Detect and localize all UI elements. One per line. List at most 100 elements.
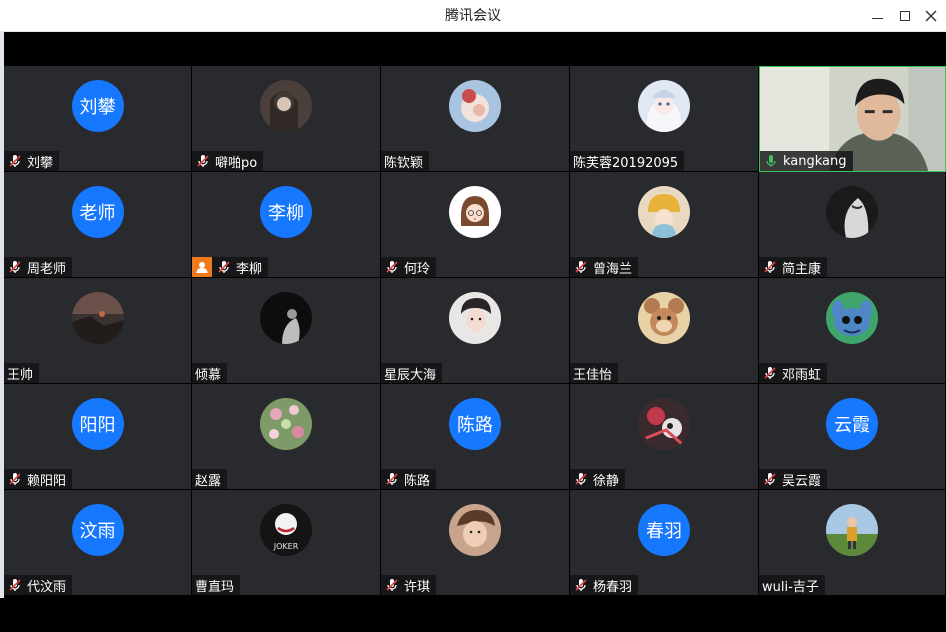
avatar	[449, 186, 501, 238]
avatar	[826, 504, 878, 556]
participant-tile[interactable]: 云霞 吴云霞	[759, 384, 946, 490]
participant-name: 何玲	[404, 261, 431, 277]
participant-name-tag: 赵露	[192, 469, 228, 489]
participant-name: 徐静	[593, 473, 620, 489]
participant-name: 陈芙蓉20192095	[573, 155, 679, 171]
participant-tile[interactable]: 星辰大海	[381, 278, 570, 384]
avatar	[449, 292, 501, 344]
participant-name-tag: 刘攀	[4, 151, 60, 171]
participant-tile[interactable]: JOKER 曹直玛	[192, 490, 381, 596]
participant-name: 杨春羽	[593, 579, 633, 595]
avatar	[260, 80, 312, 132]
participant-name-tag: 许琪	[381, 575, 437, 595]
participant-grid: 刘攀 刘攀 噼啪po 陈钦颖 陈芙蓉20192095 kangkang 老师 周…	[4, 66, 946, 598]
mic-muted-icon	[384, 259, 400, 275]
participant-tile[interactable]: 阳阳 赖阳阳	[4, 384, 192, 490]
close-button[interactable]	[918, 4, 944, 28]
mic-muted-icon	[384, 577, 400, 593]
participant-tile[interactable]: 王帅	[4, 278, 192, 384]
participant-name: 曹直玛	[195, 579, 235, 595]
participant-name: 李柳	[236, 261, 263, 277]
avatar	[260, 398, 312, 450]
title-bar: 腾讯会议	[0, 0, 946, 32]
avatar	[826, 292, 878, 344]
close-icon	[925, 10, 937, 22]
avatar	[71, 292, 124, 344]
participant-name-tag: 曾海兰	[570, 257, 639, 277]
minimize-icon	[871, 17, 883, 19]
participant-tile[interactable]: 徐静	[570, 384, 759, 490]
participant-name-tag: 吴云霞	[759, 469, 828, 489]
participant-tile[interactable]: 王佳怡	[570, 278, 759, 384]
participant-tile[interactable]: 刘攀 刘攀	[4, 66, 192, 172]
participant-name: 曾海兰	[593, 261, 633, 277]
avatar: 阳阳	[71, 398, 124, 450]
avatar	[260, 292, 312, 344]
participant-tile[interactable]: 许琪	[381, 490, 570, 596]
window-title: 腾讯会议	[445, 8, 501, 24]
participant-tile[interactable]: 老师 周老师	[4, 172, 192, 278]
participant-tile[interactable]: 汶雨 代汶雨	[4, 490, 192, 596]
avatar	[638, 80, 690, 132]
participant-name-tag: kangkang	[760, 151, 853, 171]
mic-muted-icon	[762, 365, 778, 381]
mic-muted-icon	[573, 577, 589, 593]
avatar: JOKER	[260, 504, 312, 556]
participant-name: 陈路	[404, 473, 431, 489]
participant-tile-active-speaker[interactable]: kangkang	[759, 66, 946, 172]
mic-active-icon	[763, 153, 779, 169]
avatar: 春羽	[638, 504, 690, 556]
participant-name-tag: 代汶雨	[4, 575, 73, 595]
participant-name: 王帅	[7, 367, 34, 383]
avatar: 云霞	[826, 398, 878, 450]
bottom-toolbar-area	[0, 598, 946, 632]
participant-name: 刘攀	[27, 155, 54, 171]
mic-muted-icon	[195, 153, 211, 169]
mic-muted-icon	[7, 577, 23, 593]
participant-name-tag: 噼啪po	[192, 151, 264, 171]
participant-tile[interactable]: 陈芙蓉20192095	[570, 66, 759, 172]
minimize-button[interactable]	[864, 4, 890, 28]
participant-name: wuli-吉子	[762, 579, 819, 595]
avatar	[638, 398, 690, 450]
participant-name-tag: 陈芙蓉20192095	[570, 151, 685, 171]
participant-name: kangkang	[783, 153, 847, 169]
maximize-button[interactable]	[892, 4, 918, 28]
participant-name: 陈钦颖	[384, 155, 424, 171]
participant-name: 邓雨虹	[782, 367, 822, 383]
participant-name-tag: 王佳怡	[570, 363, 619, 383]
joker-logo-text: JOKER	[273, 542, 299, 551]
avatar: 陈路	[449, 398, 501, 450]
participant-name: 噼啪po	[215, 155, 258, 171]
participant-tile[interactable]: 陈路 陈路	[381, 384, 570, 490]
participant-name: 许琪	[404, 579, 431, 595]
participant-name-tag: 倾慕	[192, 363, 228, 383]
participant-name: 王佳怡	[573, 367, 613, 383]
mic-muted-icon	[762, 471, 778, 487]
participant-tile[interactable]: 陈钦颖	[381, 66, 570, 172]
participant-name: 赵露	[195, 473, 222, 489]
participant-name: 简主康	[782, 261, 822, 277]
avatar	[449, 80, 501, 132]
participant-tile[interactable]: 春羽 杨春羽	[570, 490, 759, 596]
mic-muted-icon	[762, 259, 778, 275]
participant-tile[interactable]: 简主康	[759, 172, 946, 278]
participant-name: 赖阳阳	[27, 473, 67, 489]
participant-tile[interactable]: wuli-吉子	[759, 490, 946, 596]
participant-tile[interactable]: 噼啪po	[192, 66, 381, 172]
participant-name-tag: 杨春羽	[570, 575, 639, 595]
participant-tile[interactable]: 曾海兰	[570, 172, 759, 278]
participant-tile[interactable]: 何玲	[381, 172, 570, 278]
participant-tile[interactable]: 倾慕	[192, 278, 381, 384]
participant-name-tag: 简主康	[759, 257, 828, 277]
participant-name-tag: 何玲	[381, 257, 437, 277]
participant-name: 星辰大海	[384, 367, 437, 383]
avatar	[638, 292, 690, 344]
mic-muted-icon	[573, 471, 589, 487]
maximize-icon	[900, 11, 910, 21]
participant-tile[interactable]: 李柳 李柳	[192, 172, 381, 278]
participant-tile[interactable]: 赵露	[192, 384, 381, 490]
mic-muted-icon	[573, 259, 589, 275]
participant-name: 倾慕	[195, 367, 222, 383]
participant-tile[interactable]: 邓雨虹	[759, 278, 946, 384]
